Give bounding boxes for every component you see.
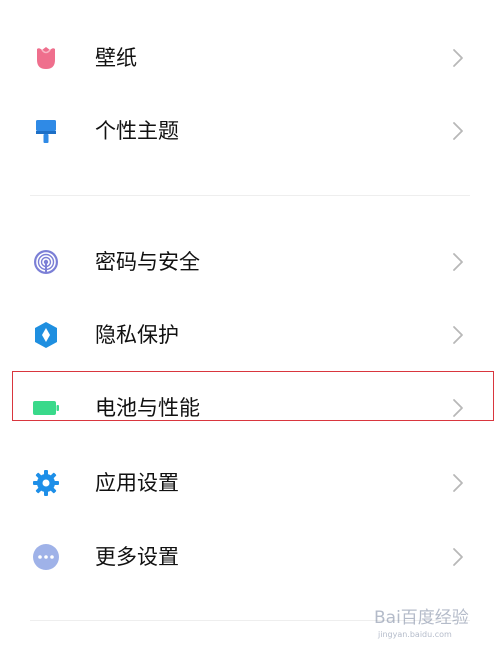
watermark-subtext: jingyan.baidu.com [377, 630, 452, 639]
privacy-shield-icon [35, 322, 57, 348]
chevron-right-icon [453, 122, 463, 140]
settings-item-app-settings[interactable]: 应用设置 [0, 453, 500, 513]
watermark-text: Bai百度经验 [374, 608, 469, 628]
settings-item-wallpaper[interactable]: 壁纸 [0, 28, 500, 88]
more-dots-icon [33, 544, 59, 570]
theme-brush-icon [36, 120, 56, 143]
chevron-right-icon [453, 548, 463, 566]
section-divider [30, 195, 470, 196]
chevron-right-icon [453, 326, 463, 344]
settings-item-more-settings[interactable]: 更多设置 [0, 527, 500, 587]
chevron-right-icon [453, 253, 463, 271]
wallpaper-tulip-icon [37, 47, 55, 69]
settings-item-battery-performance[interactable]: 电池与性能 [0, 378, 500, 438]
settings-item-label: 应用设置 [95, 471, 179, 495]
settings-screen: 壁纸 个性主题 密码与安全 隐私保护 电池与性能 应用设置 更多设置 Bai百度… [0, 0, 500, 647]
settings-item-label: 电池与性能 [95, 396, 200, 420]
chevron-right-icon [453, 474, 463, 492]
battery-icon [33, 401, 59, 415]
settings-item-password-security[interactable]: 密码与安全 [0, 232, 500, 292]
baidu-jingyan-watermark: Bai百度经验 jingyan.baidu.com [374, 608, 469, 639]
chevron-right-icon [453, 49, 463, 67]
settings-item-label: 隐私保护 [95, 323, 179, 347]
fingerprint-icon [34, 250, 58, 274]
settings-item-label: 壁纸 [95, 46, 137, 70]
chevron-right-icon [453, 399, 463, 417]
settings-item-label: 个性主题 [95, 119, 179, 143]
settings-item-privacy[interactable]: 隐私保护 [0, 305, 500, 365]
settings-item-label: 更多设置 [95, 545, 179, 569]
settings-item-theme[interactable]: 个性主题 [0, 101, 500, 161]
settings-item-label: 密码与安全 [95, 250, 200, 274]
app-settings-gear-icon [33, 470, 59, 496]
